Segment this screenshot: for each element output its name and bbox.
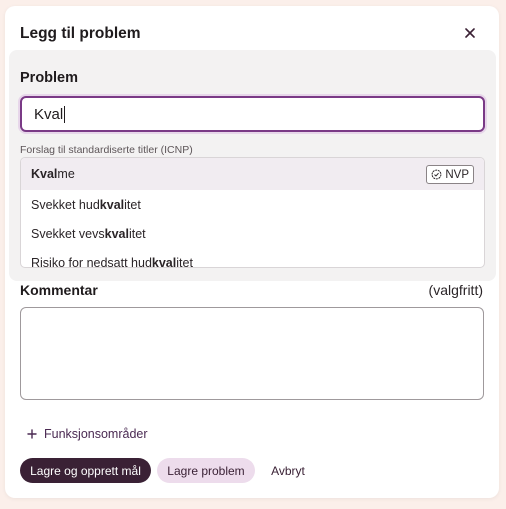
suggestion-match: kval bbox=[99, 197, 125, 212]
suggestion-text: Risiko for nedsatt hud bbox=[31, 255, 152, 268]
comment-label: Kommentar bbox=[20, 282, 98, 298]
suggestion-text: me bbox=[57, 167, 75, 181]
save-and-create-goal-button[interactable]: Lagre og opprett mål bbox=[20, 458, 151, 483]
suggestion-text: itet bbox=[176, 255, 193, 268]
suggestion-item[interactable]: Risiko for nedsatt hudkvalitet bbox=[21, 248, 484, 268]
add-function-areas-button[interactable]: Funksjonsområder bbox=[27, 424, 148, 444]
function-areas-label: Funksjonsområder bbox=[44, 427, 148, 441]
suggestion-item[interactable]: Svekket vevskvalitet bbox=[21, 219, 484, 248]
suggestion-item[interactable]: Kvalme NVP bbox=[21, 158, 484, 190]
suggestions-list: Kvalme NVP Svekket hudkvalitet Svekket v… bbox=[20, 157, 485, 268]
dialog-title: Legg til problem bbox=[20, 25, 141, 42]
text-caret bbox=[64, 105, 66, 123]
problem-input-value: Kval bbox=[34, 105, 64, 123]
plus-icon bbox=[27, 429, 37, 439]
suggestion-match: Kval bbox=[31, 167, 58, 181]
problem-label: Problem bbox=[20, 70, 79, 86]
suggestion-match: kval bbox=[104, 226, 129, 241]
problem-input[interactable]: Kval bbox=[20, 96, 485, 132]
suggestion-text: itet bbox=[128, 226, 146, 241]
nvp-badge-label: NVP bbox=[445, 168, 469, 181]
nvp-badge: NVP bbox=[426, 165, 474, 184]
optional-label: (valgfritt) bbox=[428, 282, 483, 298]
suggestion-text: itet bbox=[124, 197, 141, 212]
suggestion-text: Svekket vevs bbox=[31, 226, 105, 241]
check-badge-icon bbox=[431, 169, 442, 180]
add-problem-dialog: Legg til problem Problem Kval Forslag ti… bbox=[5, 6, 499, 498]
cancel-button[interactable]: Avbryt bbox=[261, 458, 315, 483]
suggestion-match: kval bbox=[151, 255, 177, 268]
problem-section: Problem Kval Forslag til standardiserte … bbox=[9, 50, 496, 281]
comment-textarea[interactable] bbox=[20, 307, 484, 400]
save-problem-button[interactable]: Lagre problem bbox=[157, 458, 255, 483]
suggestions-label: Forslag til standardiserte titler (ICNP) bbox=[20, 144, 193, 156]
suggestion-item[interactable]: Svekket hudkvalitet bbox=[21, 190, 484, 219]
suggestion-text: Svekket hud bbox=[31, 197, 100, 212]
close-icon bbox=[465, 28, 475, 38]
close-button[interactable] bbox=[460, 23, 480, 43]
